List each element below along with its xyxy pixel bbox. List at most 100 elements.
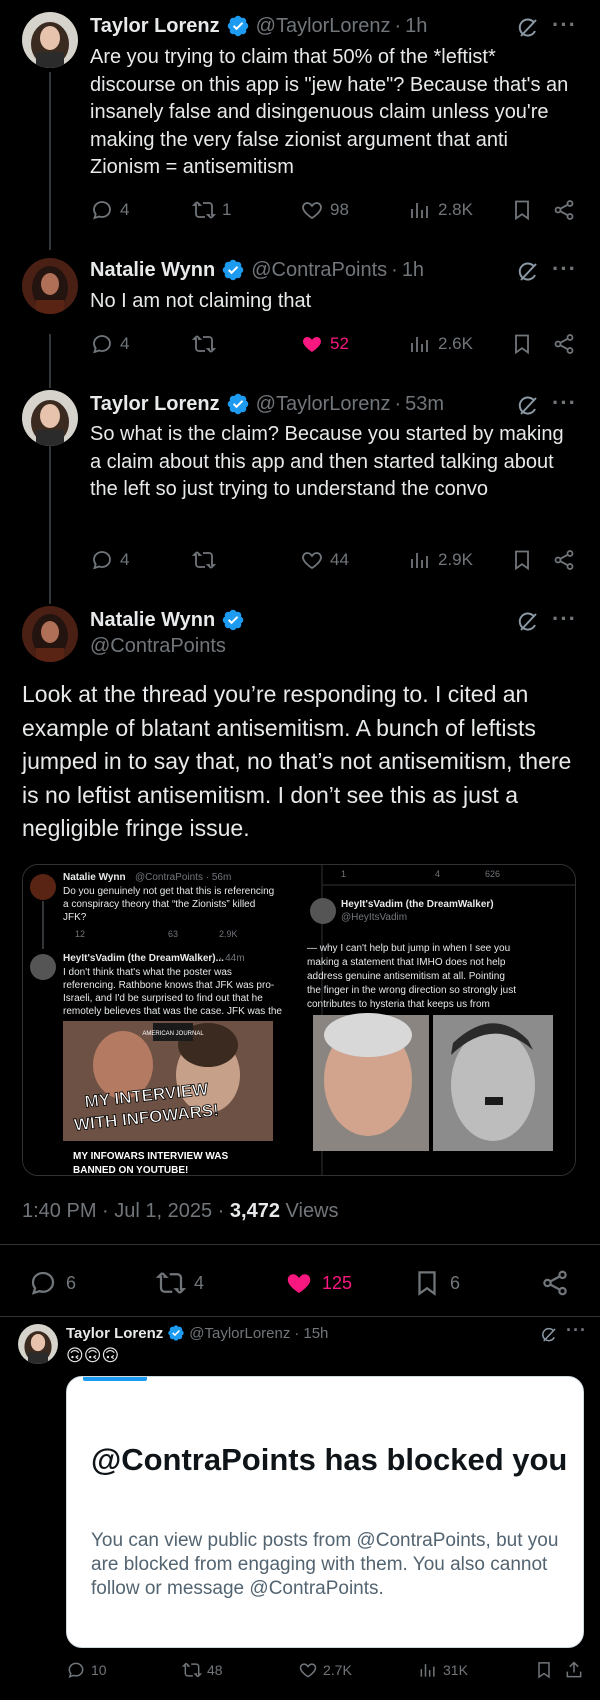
post-time[interactable]: 1h [402, 259, 424, 282]
post-media[interactable]: Natalie Wynn @ContraPoints · 56m Do you … [22, 864, 576, 1176]
repost-button[interactable] [192, 332, 222, 356]
post-time[interactable]: 15h [303, 1325, 328, 1342]
grok-icon[interactable] [516, 260, 540, 284]
reply-icon [90, 548, 114, 572]
more-options-icon[interactable]: ··· [552, 256, 577, 282]
grok-icon[interactable] [516, 394, 540, 418]
repost-button[interactable]: 1 [192, 198, 231, 222]
repost-icon [182, 1660, 202, 1680]
author-name[interactable]: Taylor Lorenz [90, 15, 220, 38]
share-button[interactable] [552, 332, 582, 356]
repost-button[interactable] [192, 548, 222, 572]
embedded-stat: 12 [75, 929, 85, 939]
author-name[interactable]: Taylor Lorenz [90, 393, 220, 416]
embedded-text: Israeli, and I'd be surprised to find ou… [63, 993, 263, 1004]
blocked-title: @ContraPoints has blocked you [91, 1442, 568, 1477]
upload-icon [564, 1660, 584, 1680]
views-button[interactable]: 2.8K [408, 198, 473, 222]
reply-button[interactable]: 10 [66, 1660, 107, 1680]
blocked-description: You can view public posts from @ContraPo… [91, 1530, 559, 1599]
thread-connector [49, 72, 51, 250]
bookmark-icon [412, 1268, 442, 1298]
reply-icon [66, 1660, 86, 1680]
grok-icon[interactable] [516, 610, 540, 634]
post-text: Look at the thread you’re responding to.… [22, 681, 572, 841]
repost-icon [192, 332, 216, 356]
views-button[interactable]: 31K [418, 1660, 468, 1680]
grok-icon[interactable] [540, 1326, 558, 1344]
embedded-handle: @ContraPoints · 56m [135, 872, 231, 883]
share-button[interactable] [564, 1660, 589, 1680]
repost-button[interactable]: 4 [156, 1268, 204, 1298]
more-options-icon[interactable]: ··· [552, 390, 577, 416]
like-button[interactable]: 2.7K [298, 1660, 352, 1680]
reply-button[interactable]: 4 [90, 332, 129, 356]
author-handle[interactable]: @TaylorLorenz [189, 1325, 290, 1342]
repost-button[interactable]: 48 [182, 1660, 223, 1680]
embedded-stat: 2.9K [219, 929, 238, 939]
bookmark-button[interactable] [534, 1660, 559, 1680]
post-text: So what is the claim? Because you starte… [90, 423, 564, 500]
divider [0, 1244, 600, 1245]
blocked-notice-card: @ContraPoints has blocked you You can vi… [66, 1376, 584, 1648]
author-name[interactable]: Taylor Lorenz [66, 1325, 163, 1342]
author-name[interactable]: Natalie Wynn [90, 609, 215, 632]
share-icon [552, 332, 576, 356]
reply-button[interactable]: 4 [90, 198, 129, 222]
like-button[interactable]: 44 [300, 548, 349, 572]
embedded-text: Do you genuinely not get that this is re… [63, 886, 274, 897]
author-handle[interactable]: @TaylorLorenz [256, 393, 391, 416]
more-options-icon[interactable]: ··· [552, 606, 577, 632]
bookmark-button[interactable]: 6 [412, 1268, 460, 1298]
embedded-text: the finger in the wrong direction so str… [307, 985, 516, 996]
author-handle[interactable]: @ContraPoints [90, 635, 226, 658]
embedded-text: contributes to hysteria that keeps us fr… [307, 999, 490, 1010]
avatar[interactable] [22, 390, 78, 446]
bookmark-icon [510, 332, 534, 356]
author-handle[interactable]: @TaylorLorenz [256, 15, 391, 38]
share-button[interactable] [540, 1268, 578, 1298]
views-icon [408, 548, 432, 572]
post-time[interactable]: 1h [405, 15, 427, 38]
separator: · [394, 14, 402, 37]
thread-connector [49, 334, 51, 388]
like-button[interactable]: 125 [284, 1268, 352, 1298]
embedded-text: JFK? [63, 912, 87, 923]
views-button[interactable]: 2.9K [408, 548, 473, 572]
media-image: Natalie Wynn @ContraPoints · 56m Do you … [23, 865, 575, 1175]
more-options-icon[interactable]: ··· [566, 1320, 587, 1341]
share-button[interactable] [552, 198, 582, 222]
views-icon [418, 1660, 438, 1680]
reply-button[interactable]: 6 [28, 1268, 76, 1298]
share-button[interactable] [552, 548, 582, 572]
views-button[interactable]: 2.6K [408, 332, 473, 356]
author-handle[interactable]: @ContraPoints [251, 259, 387, 282]
post-timestamp[interactable]: 1:40 PM · Jul 1, 2025 · [22, 1200, 230, 1222]
post-time[interactable]: 53m [405, 393, 444, 416]
reply-button[interactable]: 4 [90, 548, 129, 572]
like-button[interactable]: 98 [300, 198, 349, 222]
embedded-text: address genuine antisemitism at all. Poi… [307, 971, 505, 982]
avatar[interactable] [22, 606, 78, 662]
separator: · [294, 1324, 300, 1342]
divider [0, 1316, 600, 1317]
embedded-time: · 44m [219, 953, 245, 964]
embedded-text: remotely believes that was the case. JFK… [63, 1006, 282, 1017]
views-label: Views [285, 1200, 339, 1222]
share-icon [552, 548, 576, 572]
avatar[interactable] [18, 1324, 58, 1364]
author-name[interactable]: Natalie Wynn [90, 259, 215, 282]
grok-icon[interactable] [516, 16, 540, 40]
avatar[interactable] [22, 258, 78, 314]
bookmark-button[interactable] [510, 198, 540, 222]
bookmark-button[interactable] [510, 548, 540, 572]
heart-icon [298, 1660, 318, 1680]
avatar[interactable] [22, 12, 78, 68]
verified-badge-icon [226, 14, 250, 38]
like-button[interactable]: 52 [300, 332, 349, 356]
repost-icon [192, 548, 216, 572]
post-text: Are you trying to claim that 50% of the … [90, 46, 569, 178]
bookmark-button[interactable] [510, 332, 540, 356]
more-options-icon[interactable]: ··· [552, 12, 577, 38]
reply-icon [90, 198, 114, 222]
